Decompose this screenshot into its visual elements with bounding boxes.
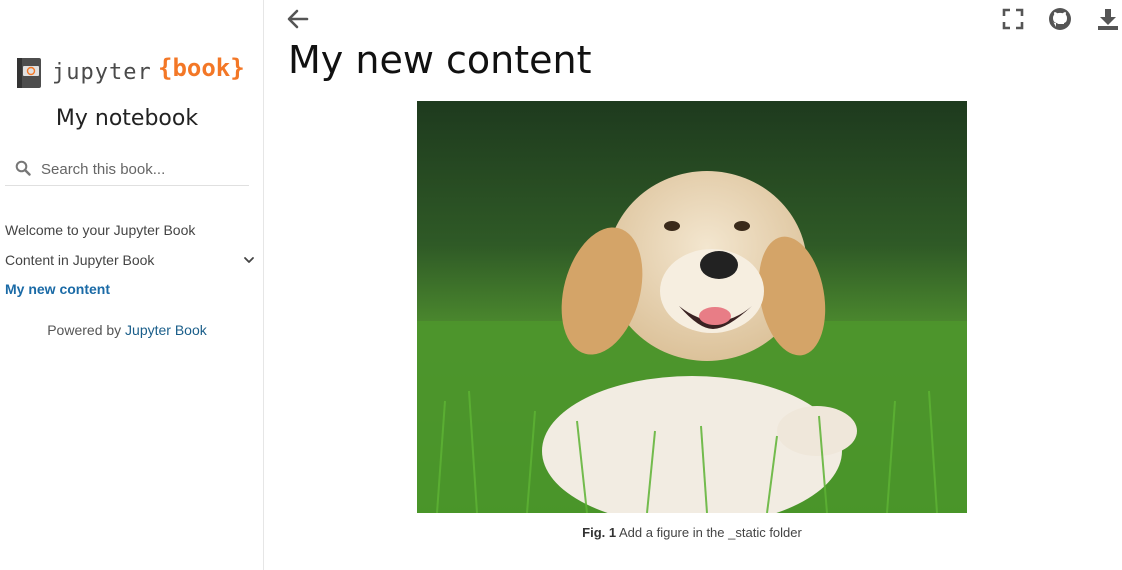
sidebar-item-label: Welcome to your Jupyter Book <box>5 222 196 238</box>
search-box[interactable] <box>5 152 249 186</box>
chevron-down-icon[interactable] <box>243 254 255 266</box>
sidebar-item-welcome[interactable]: Welcome to your Jupyter Book <box>5 216 259 246</box>
sidebar-item-label: My new content <box>5 281 111 297</box>
back-arrow-icon[interactable] <box>285 6 311 32</box>
sidebar: jupyter {book} My notebook Welcome to yo… <box>0 0 264 570</box>
logo-text-jupyter: jupyter <box>52 60 152 85</box>
sidebar-item-my-new-content[interactable]: My new content <box>5 275 259 305</box>
powered-by-link[interactable]: Jupyter Book <box>125 322 207 338</box>
fullscreen-icon[interactable] <box>1000 6 1026 32</box>
jupyter-book-logo[interactable]: jupyter {book} <box>12 52 252 96</box>
github-icon[interactable] <box>1047 6 1073 32</box>
search-icon <box>15 160 31 176</box>
sidebar-item-content[interactable]: Content in Jupyter Book <box>5 246 259 276</box>
figure-label: Fig. 1 <box>582 525 617 540</box>
sidebar-item-label: Content in Jupyter Book <box>5 251 155 268</box>
page-title: My new content <box>288 38 592 82</box>
puppy-figure-image <box>417 101 967 513</box>
figure-caption: Fig. 1 Add a figure in the _static folde… <box>417 525 967 540</box>
powered-by-prefix: Powered by <box>47 322 122 338</box>
sidebar-nav: Welcome to your Jupyter Book Content in … <box>5 216 259 305</box>
powered-by: Powered by Jupyter Book <box>0 322 254 338</box>
site-title: My notebook <box>55 106 199 131</box>
search-input[interactable] <box>39 156 243 182</box>
logo-text-book: {book} <box>158 54 245 82</box>
book-logo-icon <box>17 58 41 88</box>
figure-caption-text: Add a figure in the _static folder <box>619 525 802 540</box>
download-icon[interactable] <box>1095 6 1121 32</box>
